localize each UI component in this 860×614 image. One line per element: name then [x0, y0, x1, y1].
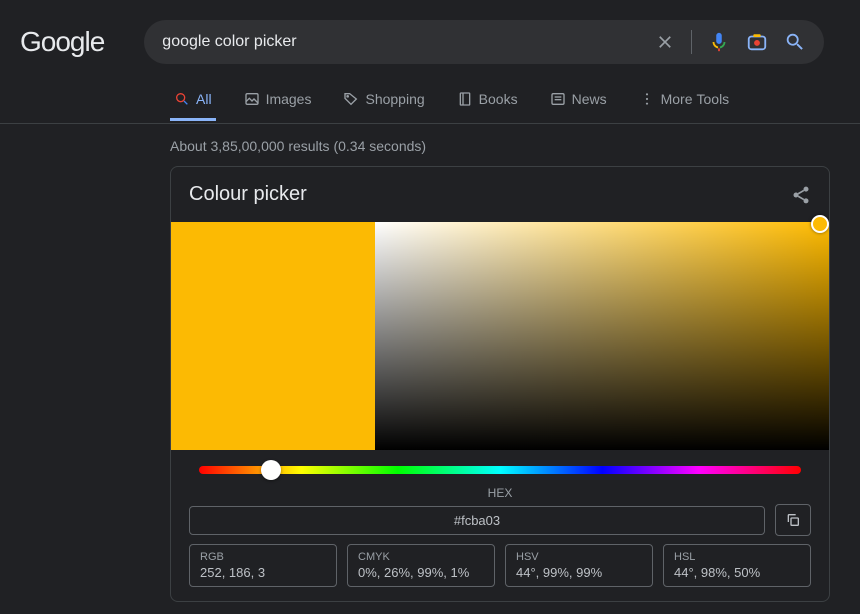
book-icon: [457, 91, 473, 107]
hue-handle[interactable]: [261, 460, 281, 480]
rgb-value: 252, 186, 3: [200, 565, 326, 580]
search-icon[interactable]: [784, 31, 806, 53]
tab-images-label: Images: [266, 91, 312, 107]
hue-slider[interactable]: [199, 466, 801, 474]
tab-all-label: All: [196, 91, 212, 107]
tab-more-label: More: [661, 91, 693, 107]
camera-icon[interactable]: [746, 31, 768, 53]
copy-button[interactable]: [775, 504, 811, 536]
clear-icon[interactable]: [655, 32, 675, 52]
saturation-field[interactable]: [375, 222, 829, 450]
hsl-box[interactable]: HSL 44°, 98%, 50%: [663, 544, 811, 587]
hsv-label: HSV: [516, 551, 642, 563]
search-input[interactable]: [162, 33, 643, 51]
share-icon[interactable]: [791, 185, 811, 205]
tab-shopping[interactable]: Shopping: [339, 77, 428, 121]
tab-books-label: Books: [479, 91, 518, 107]
news-icon: [550, 91, 566, 107]
cmyk-box[interactable]: CMYK 0%, 26%, 99%, 1%: [347, 544, 495, 587]
hsl-label: HSL: [674, 551, 800, 563]
divider: [691, 30, 692, 54]
search-bar: [144, 20, 824, 64]
tab-news-label: News: [572, 91, 607, 107]
tab-images[interactable]: Images: [240, 77, 316, 121]
tab-shopping-label: Shopping: [365, 91, 424, 107]
color-swatch: [171, 222, 375, 450]
tab-books[interactable]: Books: [453, 77, 522, 121]
card-title: Colour picker: [189, 183, 307, 206]
hex-label: HEX: [189, 486, 811, 500]
tag-icon: [343, 91, 359, 107]
more-vert-icon: [639, 91, 655, 107]
color-picker-card: Colour picker HEX #fcba03 RGB 252, 186, …: [170, 166, 830, 602]
copy-icon: [785, 512, 801, 528]
image-icon: [244, 91, 260, 107]
cmyk-label: CMYK: [358, 551, 484, 563]
hex-value-box[interactable]: #fcba03: [189, 506, 765, 535]
google-logo[interactable]: Google: [20, 26, 104, 58]
tab-news[interactable]: News: [546, 77, 611, 121]
mic-icon[interactable]: [708, 31, 730, 53]
hsl-value: 44°, 98%, 50%: [674, 565, 800, 580]
tab-more[interactable]: More: [635, 77, 697, 121]
rgb-label: RGB: [200, 551, 326, 563]
tools-link[interactable]: Tools: [697, 91, 730, 107]
results-count: About 3,85,00,000 results (0.34 seconds): [0, 124, 860, 164]
hsv-value: 44°, 99%, 99%: [516, 565, 642, 580]
search-small-icon: [174, 91, 190, 107]
rgb-box[interactable]: RGB 252, 186, 3: [189, 544, 337, 587]
saturation-handle[interactable]: [811, 215, 829, 233]
tab-all[interactable]: All: [170, 77, 216, 121]
cmyk-value: 0%, 26%, 99%, 1%: [358, 565, 484, 580]
hsv-box[interactable]: HSV 44°, 99%, 99%: [505, 544, 653, 587]
